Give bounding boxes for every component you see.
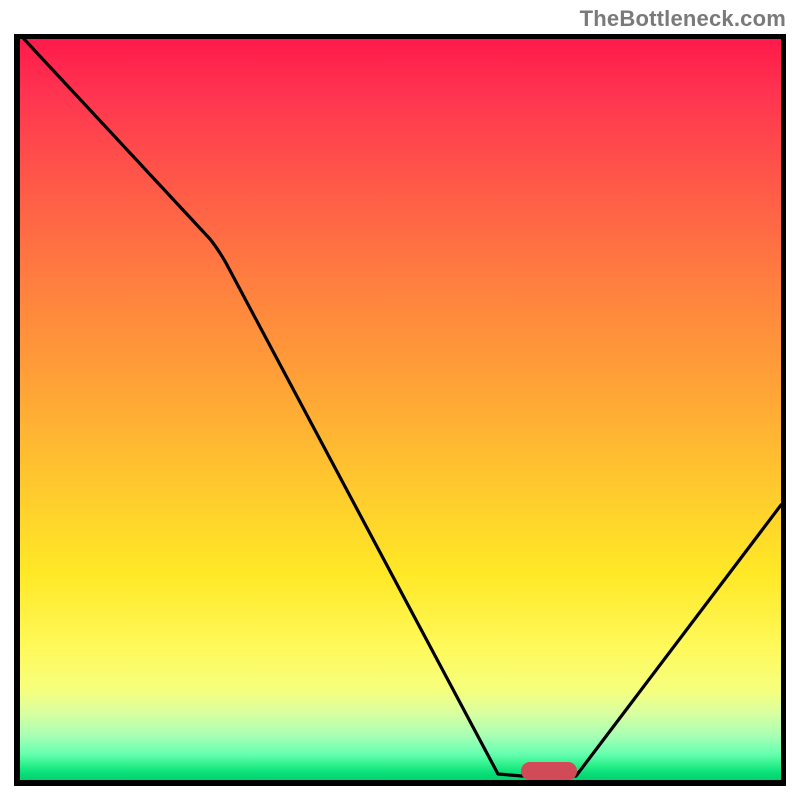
bottleneck-curve [20, 39, 781, 780]
plot-area [14, 34, 786, 786]
optimum-marker [521, 762, 577, 780]
attribution-label: TheBottleneck.com [580, 6, 786, 32]
